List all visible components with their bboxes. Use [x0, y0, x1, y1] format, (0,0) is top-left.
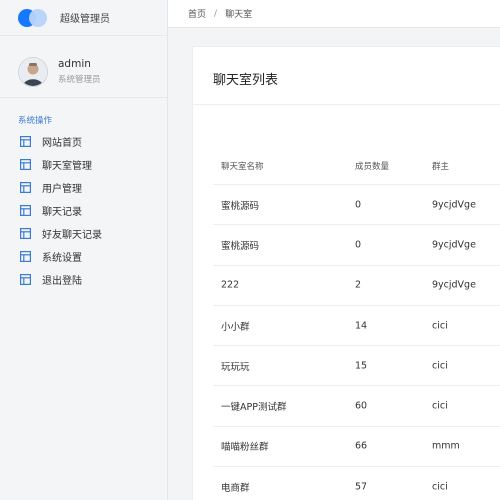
breadcrumb: 首页 / 聊天室 — [168, 0, 500, 28]
column-header-member-count[interactable]: 成员数量 — [355, 160, 389, 172]
table-row[interactable]: 电商群 57 cici — [213, 467, 500, 500]
sidebar-item-label: 系统设置 — [42, 253, 82, 264]
cell-room-name: 一键APP测试群 — [221, 402, 287, 414]
brand-header: 超级管理员 — [0, 0, 167, 36]
sidebar-item-label: 聊天记录 — [42, 207, 82, 218]
sidebar-item-chatroom-manage[interactable]: 聊天室管理 — [0, 153, 167, 176]
sidebar-item-user-manage[interactable]: 用户管理 — [0, 176, 167, 199]
user-role: 系统管理员 — [58, 75, 101, 85]
table-row[interactable]: 蜜桃源码 0 9ycjdVge — [213, 185, 500, 226]
cell-room-name: 蜜桃源码 — [221, 240, 260, 252]
table-row[interactable]: 蜜桃源码 0 9ycjdVge — [213, 225, 500, 266]
cell-member-count: 66 — [355, 440, 368, 452]
cell-owner: 9ycjdVge — [432, 199, 476, 211]
chatroom-table: 聊天室名称 成员数量 群主 蜜桃源码 0 9ycjdVge 蜜桃源码 0 9yc… — [213, 147, 500, 500]
cell-owner: mmm — [432, 440, 460, 452]
sidebar-item-label: 退出登陆 — [42, 276, 82, 287]
breadcrumb-current: 聊天室 — [225, 10, 253, 20]
sidebar-item-friend-chat-records[interactable]: 好友聊天记录 — [0, 222, 167, 245]
table-row[interactable]: 喵喵粉丝群 66 mmm — [213, 427, 500, 468]
cell-member-count: 0 — [355, 239, 362, 251]
chatroom-list-card: 聊天室列表 聊天室名称 成员数量 群主 蜜桃源码 0 9ycjdVge 蜜桃源码… — [192, 46, 500, 500]
cell-member-count: 0 — [355, 199, 362, 211]
brand-title: 超级管理员 — [60, 14, 110, 25]
page-title: 聊天室列表 — [193, 47, 500, 105]
cell-room-name: 电商群 — [221, 482, 250, 494]
user-profile[interactable]: admin 系统管理员 — [0, 46, 167, 98]
sidebar-item-home[interactable]: 网站首页 — [0, 130, 167, 153]
cell-owner: cici — [432, 481, 448, 493]
cell-owner: 9ycjdVge — [432, 279, 476, 291]
user-name: admin — [58, 58, 91, 70]
table-icon — [20, 274, 31, 285]
table-header-row: 聊天室名称 成员数量 群主 — [213, 147, 500, 185]
sidebar-section-label: 系统操作 — [18, 116, 53, 126]
avatar[interactable] — [18, 56, 48, 87]
breadcrumb-home-link[interactable]: 首页 — [188, 7, 206, 20]
sidebar-item-label: 用户管理 — [42, 184, 82, 195]
table-icon — [20, 136, 31, 147]
sidebar: 超级管理员 admin 系统管理员 系统操作 网站首页 聊天室管理 用户管理 聊… — [0, 0, 168, 500]
table-icon — [20, 159, 31, 170]
cell-member-count: 2 — [355, 279, 362, 291]
sidebar-item-chat-records[interactable]: 聊天记录 — [0, 199, 167, 222]
cell-owner: cici — [432, 360, 448, 372]
cell-member-count: 60 — [355, 400, 368, 412]
avatar-icon — [19, 57, 47, 86]
table-icon — [20, 251, 31, 262]
table-row[interactable]: 玩玩玩 15 cici — [213, 346, 500, 387]
cell-room-name: 蜜桃源码 — [221, 200, 260, 212]
cell-member-count: 57 — [355, 481, 368, 493]
column-header-owner[interactable]: 群主 — [432, 160, 449, 172]
sidebar-item-logout[interactable]: 退出登陆 — [0, 268, 167, 291]
cell-member-count: 14 — [355, 320, 368, 332]
cell-member-count: 15 — [355, 360, 368, 372]
column-header-name[interactable]: 聊天室名称 — [221, 160, 264, 172]
sidebar-item-settings[interactable]: 系统设置 — [0, 245, 167, 268]
breadcrumb-separator: / — [214, 8, 218, 19]
table-icon — [20, 228, 31, 239]
cell-room-name: 小小群 — [221, 321, 250, 333]
logo-icon — [18, 8, 48, 27]
cell-room-name: 222 — [221, 279, 240, 291]
cell-owner: cici — [432, 400, 448, 412]
table-icon — [20, 205, 31, 216]
sidebar-item-label: 好友聊天记录 — [42, 230, 102, 241]
cell-owner: 9ycjdVge — [432, 239, 476, 251]
table-row[interactable]: 小小群 14 cici — [213, 306, 500, 347]
table-row[interactable]: 一键APP测试群 60 cici — [213, 386, 500, 427]
table-icon — [20, 182, 31, 193]
sidebar-item-label: 网站首页 — [42, 138, 82, 149]
cell-room-name: 玩玩玩 — [221, 361, 250, 373]
cell-room-name: 喵喵粉丝群 — [221, 442, 269, 454]
table-row[interactable]: 222 2 9ycjdVge — [213, 266, 500, 306]
cell-owner: cici — [432, 320, 448, 332]
sidebar-item-label: 聊天室管理 — [42, 161, 92, 172]
